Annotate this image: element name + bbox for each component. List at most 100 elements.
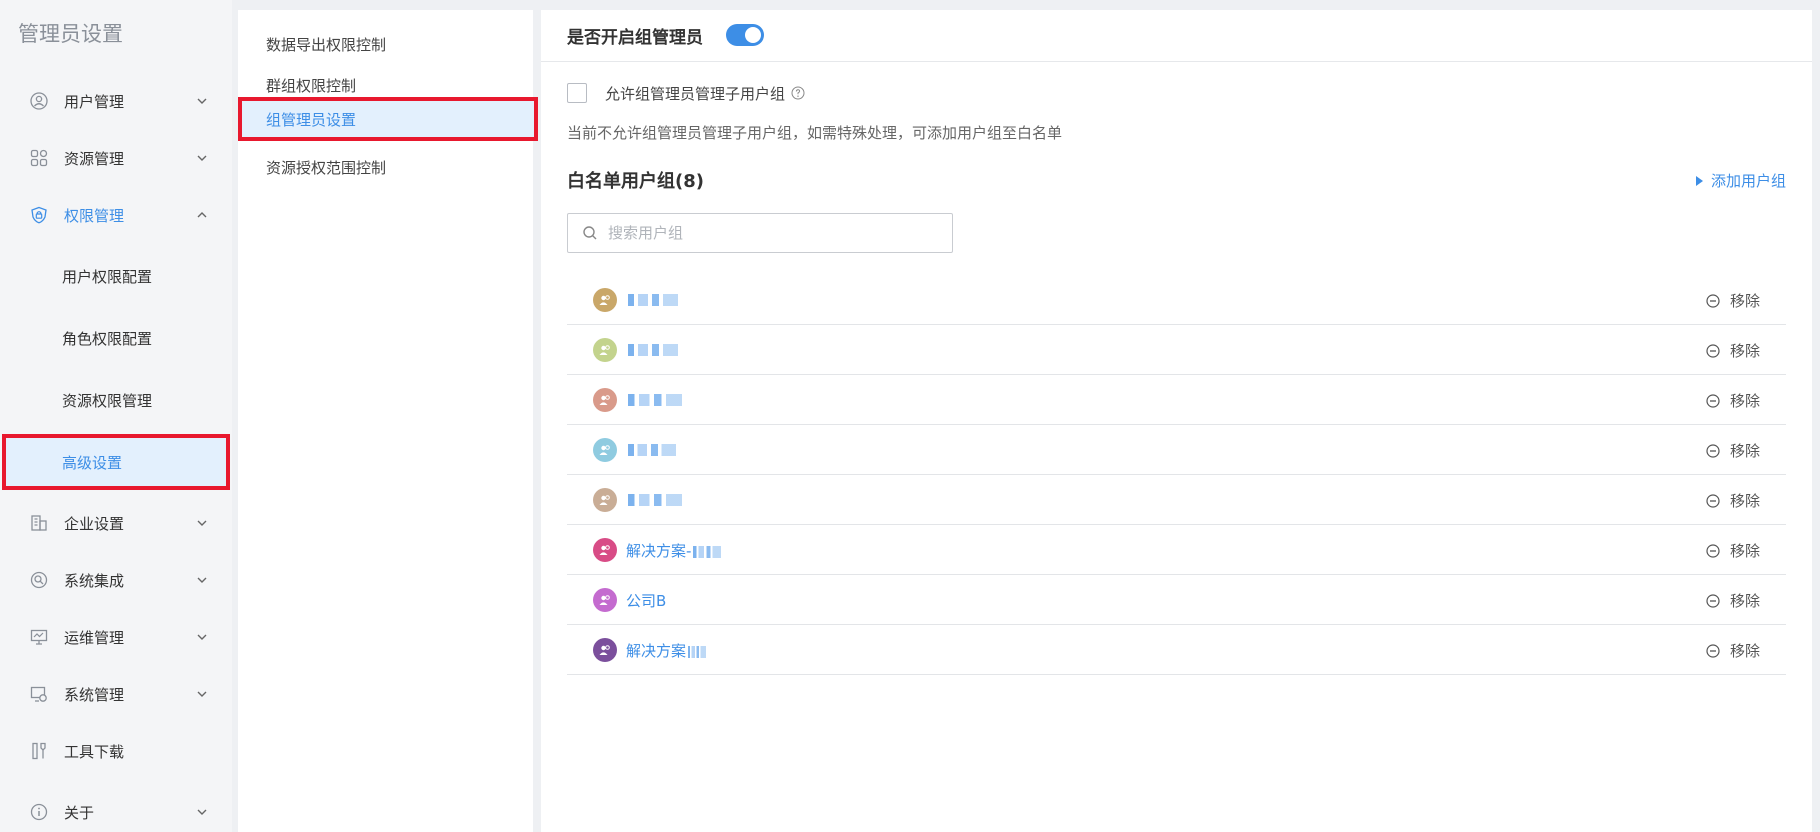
group-name[interactable] <box>626 490 682 508</box>
minus-circle-icon <box>1706 443 1720 458</box>
sidebar-item-system-integration[interactable]: 系统集成 <box>0 555 232 605</box>
sidebar-item-label: 用户管理 <box>64 92 125 111</box>
page-title: 是否开启组管理员 <box>567 28 703 48</box>
redacted-text <box>693 545 722 558</box>
group-avatar-icon <box>593 438 617 462</box>
group-name[interactable]: 解决方案- <box>626 540 722 561</box>
minus-circle-icon <box>1706 393 1720 408</box>
group-name[interactable] <box>626 440 676 458</box>
group-admin-toggle[interactable] <box>726 24 764 46</box>
remove-button[interactable]: 移除 <box>1706 490 1760 511</box>
table-row: 移除 <box>567 425 1786 475</box>
remove-button[interactable]: 移除 <box>1706 540 1760 561</box>
group-avatar-icon <box>593 488 617 512</box>
allow-subgroup-row: 允许组管理员管理子用户组 <box>567 82 805 104</box>
sidebar-item-user-management[interactable]: 用户管理 <box>0 76 232 126</box>
minus-circle-icon <box>1706 643 1720 658</box>
sidebar-item-about[interactable]: 关于 <box>0 787 232 832</box>
remove-label: 移除 <box>1729 442 1760 460</box>
help-icon[interactable] <box>791 86 805 100</box>
sidebar-item-tool-download[interactable]: 工具下载 <box>0 726 232 776</box>
building-icon <box>28 512 50 534</box>
tools-icon <box>28 740 50 762</box>
group-name-text: 解决方案 <box>626 642 687 660</box>
table-row: 移除 <box>567 475 1786 525</box>
sidebar-subitem-label: 用户权限配置 <box>62 267 153 286</box>
subnav-label: 组管理员设置 <box>266 110 357 129</box>
info-text: 当前不允许组管理员管理子用户组，如需特殊处理，可添加用户组至白名单 <box>567 124 1063 142</box>
group-name[interactable] <box>626 290 678 308</box>
sidebar-item-permission-management[interactable]: 权限管理 <box>0 190 232 240</box>
search-input[interactable] <box>608 224 938 242</box>
chevron-down-icon <box>197 691 207 697</box>
minus-circle-icon <box>1706 293 1720 308</box>
sidebar-item-label: 企业设置 <box>64 514 125 533</box>
subnav-group-admin-settings[interactable]: 组管理员设置 <box>238 97 538 141</box>
remove-button[interactable]: 移除 <box>1706 390 1760 411</box>
sidebar-subitem-resource-permission-management[interactable]: 资源权限管理 <box>0 373 232 427</box>
subnav-data-export-permission[interactable]: 数据导出权限控制 <box>238 24 533 64</box>
group-name[interactable]: 解决方案 <box>626 640 707 661</box>
allow-subgroup-checkbox[interactable] <box>567 83 587 103</box>
table-row: 解决方案- 移除 <box>567 525 1786 575</box>
remove-button[interactable]: 移除 <box>1706 290 1760 311</box>
redacted-text <box>688 645 707 658</box>
subnav-label: 数据导出权限控制 <box>266 35 387 54</box>
sidebar-item-label: 系统管理 <box>64 685 125 704</box>
info-icon <box>28 801 50 823</box>
group-name[interactable] <box>626 340 678 358</box>
add-user-group-label: 添加用户组 <box>1710 172 1786 190</box>
sidebar-subitem-label: 资源权限管理 <box>62 391 153 410</box>
app-title: 管理员设置 <box>18 22 123 46</box>
redacted-text <box>628 343 678 356</box>
caret-right-icon <box>1695 175 1703 186</box>
sidebar-item-operations-management[interactable]: 运维管理 <box>0 612 232 662</box>
remove-label: 移除 <box>1729 642 1760 660</box>
table-row: 公司B 移除 <box>567 575 1786 625</box>
sidebar-item-system-management[interactable]: 系统管理 <box>0 669 232 719</box>
remove-button[interactable]: 移除 <box>1706 640 1760 661</box>
subnav-label: 资源授权范围控制 <box>266 158 387 177</box>
remove-button[interactable]: 移除 <box>1706 590 1760 611</box>
minus-circle-icon <box>1706 343 1720 358</box>
sidebar-item-enterprise-settings[interactable]: 企业设置 <box>0 498 232 548</box>
group-name[interactable] <box>626 390 682 408</box>
sidebar-item-resource-management[interactable]: 资源管理 <box>0 133 232 183</box>
sidebar-item-label: 工具下载 <box>64 742 125 761</box>
toggle-knob <box>745 27 761 43</box>
table-row: 移除 <box>567 275 1786 325</box>
grid-icon <box>28 147 50 169</box>
table-row: 解决方案 移除 <box>567 625 1786 675</box>
integration-icon <box>28 569 50 591</box>
sidebar-subitem-user-permission-config[interactable]: 用户权限配置 <box>0 249 232 303</box>
user-icon <box>28 90 50 112</box>
group-name-text: 公司B <box>626 592 667 610</box>
add-user-group-button[interactable]: 添加用户组 <box>1695 170 1786 191</box>
sidebar-item-label: 系统集成 <box>64 571 125 590</box>
main-header: 是否开启组管理员 <box>541 10 1812 62</box>
remove-label: 移除 <box>1729 592 1760 610</box>
remove-button[interactable]: 移除 <box>1706 340 1760 361</box>
shield-icon <box>28 204 50 226</box>
redacted-text <box>628 443 676 456</box>
sidebar-subitem-label: 角色权限配置 <box>62 329 153 348</box>
subnav-resource-authorization-scope[interactable]: 资源授权范围控制 <box>238 147 533 187</box>
sidebar-subitem-role-permission-config[interactable]: 角色权限配置 <box>0 311 232 365</box>
minus-circle-icon <box>1706 493 1720 508</box>
remove-button[interactable]: 移除 <box>1706 440 1760 461</box>
sidebar-subitem-advanced-settings[interactable]: 高级设置 <box>2 434 230 490</box>
sub-navigation: 数据导出权限控制 群组权限控制 组管理员设置 资源授权范围控制 <box>238 10 538 832</box>
group-name[interactable]: 公司B <box>626 590 666 611</box>
whitelist-group-list: 移除 移除 移除 移除 移除 解决方案- 移除 公司B 移除 解决方案 移除 <box>567 275 1786 675</box>
whitelist-title: 白名单用户组(8) <box>567 171 704 192</box>
minus-circle-icon <box>1706 593 1720 608</box>
redacted-text <box>628 493 682 506</box>
chevron-down-icon <box>197 577 207 583</box>
table-row: 移除 <box>567 325 1786 375</box>
remove-label: 移除 <box>1729 542 1760 560</box>
chevron-down-icon <box>197 520 207 526</box>
chevron-down-icon <box>197 155 207 161</box>
allow-subgroup-label: 允许组管理员管理子用户组 <box>605 84 786 103</box>
chevron-down-icon <box>197 98 207 104</box>
search-box <box>567 213 953 253</box>
